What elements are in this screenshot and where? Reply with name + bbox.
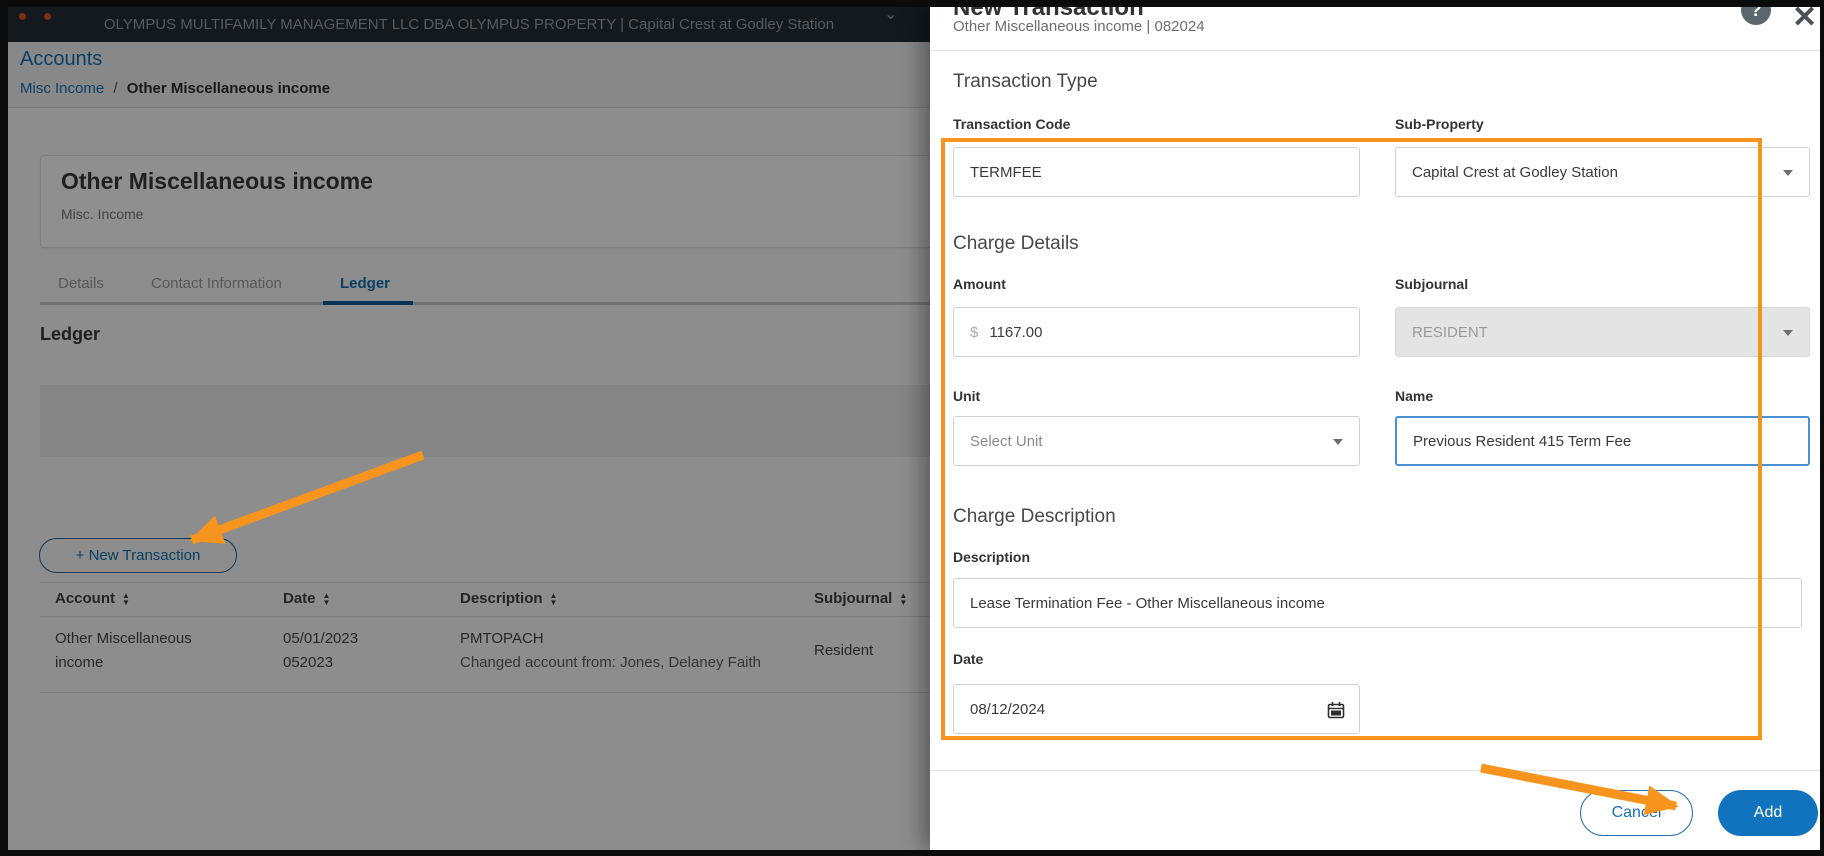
- name-input[interactable]: [1395, 416, 1810, 466]
- sub-property-value: Capital Crest at Godley Station: [1412, 163, 1618, 181]
- section-charge-details: Charge Details: [953, 233, 1079, 254]
- close-icon[interactable]: ✕: [1792, 7, 1817, 35]
- date-input[interactable]: [953, 684, 1360, 734]
- sub-property-label: Sub-Property: [1395, 116, 1484, 132]
- calendar-icon[interactable]: [1327, 701, 1345, 723]
- description-input[interactable]: [953, 578, 1802, 628]
- sub-property-select[interactable]: Capital Crest at Godley Station: [1395, 147, 1810, 197]
- section-transaction-type: Transaction Type: [953, 71, 1098, 92]
- transaction-code-label: Transaction Code: [953, 116, 1071, 132]
- subjournal-label: Subjournal: [1395, 276, 1469, 292]
- screenshot-frame: OLYMPUS MULTIFAMILY MANAGEMENT LLC DBA O…: [0, 0, 1824, 856]
- date-label: Date: [953, 651, 984, 667]
- modal-header-divider: [930, 50, 1820, 51]
- name-label: Name: [1395, 388, 1434, 404]
- amount-label: Amount: [953, 276, 1006, 292]
- description-label: Description: [953, 549, 1031, 565]
- modal-footer-divider: [930, 770, 1820, 771]
- app-window: OLYMPUS MULTIFAMILY MANAGEMENT LLC DBA O…: [8, 7, 1820, 850]
- unit-label: Unit: [953, 388, 981, 404]
- transaction-code-value[interactable]: [970, 163, 1343, 181]
- unit-select[interactable]: Select Unit: [953, 416, 1360, 466]
- amount-value: 1167.00: [989, 323, 1043, 341]
- new-transaction-modal: New Transaction Other Miscellaneous inco…: [930, 7, 1820, 850]
- description-value[interactable]: [970, 594, 1785, 612]
- unit-placeholder: Select Unit: [970, 432, 1043, 450]
- subjournal-value: RESIDENT: [1412, 323, 1488, 341]
- section-charge-description: Charge Description: [953, 506, 1116, 527]
- amount-input[interactable]: $ 1167.00: [953, 307, 1360, 357]
- name-value[interactable]: [1413, 432, 1792, 450]
- cancel-button[interactable]: Cancel: [1580, 790, 1693, 836]
- transaction-code-input[interactable]: [953, 147, 1360, 197]
- help-icon[interactable]: ?: [1741, 7, 1771, 25]
- date-value[interactable]: [970, 700, 1343, 718]
- currency-symbol: $: [970, 323, 979, 341]
- add-button[interactable]: Add: [1718, 790, 1818, 836]
- subjournal-select: RESIDENT: [1395, 307, 1810, 357]
- modal-subtitle: Other Miscellaneous income | 082024: [953, 18, 1205, 35]
